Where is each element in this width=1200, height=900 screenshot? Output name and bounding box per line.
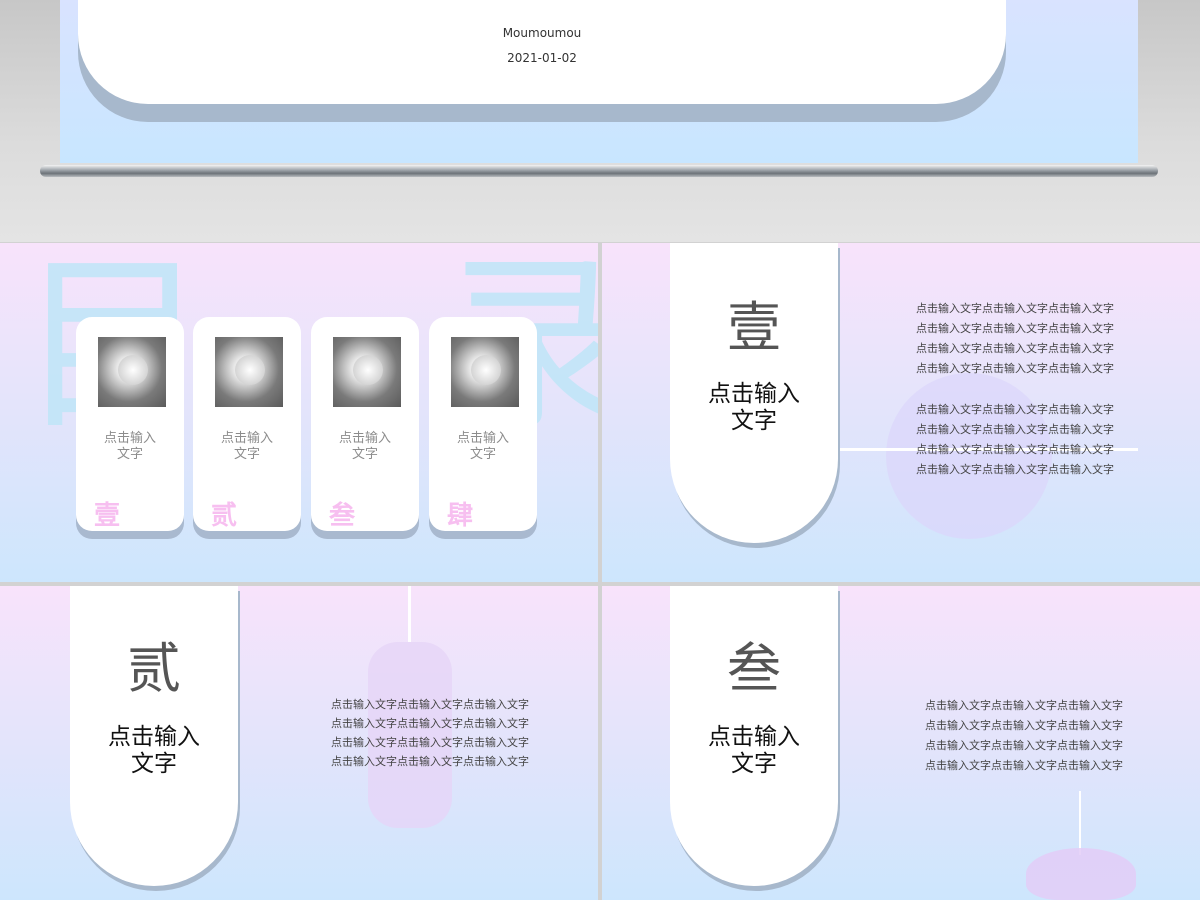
section-number: 叁 xyxy=(727,637,781,700)
body-text-line: 点击输入文字点击输入文字点击输入文字 xyxy=(916,302,1114,315)
flower-photo xyxy=(98,337,166,407)
censer-decoration xyxy=(1026,848,1136,900)
lantern-string xyxy=(408,586,411,642)
body-text-line: 点击输入文字点击输入文字点击输入文字 xyxy=(331,717,529,730)
body-text-line: 点击输入文字点击输入文字点击输入文字 xyxy=(916,463,1114,476)
flower-photo xyxy=(333,337,401,407)
toc-card-label: 点击输入 文字 xyxy=(103,431,156,462)
body-text-line: 点击输入文字点击输入文字点击输入文字 xyxy=(916,342,1114,355)
cover-author: Moumoumou xyxy=(502,26,582,40)
slide-section-2[interactable]: 贰 点击输入 文字 点击输入文字点击输入文字点击输入文字 点击输入文字点击输入文… xyxy=(0,586,598,900)
body-text-line: 点击输入文字点击输入文字点击输入文字 xyxy=(916,322,1114,335)
section-title[interactable]: 点击输入 文字 xyxy=(70,724,238,778)
section-pill: 壹 点击输入 文字 xyxy=(670,243,838,543)
section-pill: 叁 点击输入 文字 xyxy=(670,586,838,886)
toc-card-number: 肆 xyxy=(447,501,474,531)
body-text-line: 点击输入文字点击输入文字点击输入文字 xyxy=(925,759,1123,772)
censer-string xyxy=(1079,791,1081,855)
toc-card-number: 壹 xyxy=(94,501,121,531)
body-text-line: 点击输入文字点击输入文字点击输入文字 xyxy=(331,736,529,749)
display-rail xyxy=(40,165,1158,177)
body-text-line: 点击输入文字点击输入文字点击输入文字 xyxy=(916,403,1114,416)
body-text-line: 点击输入文字点击输入文字点击输入文字 xyxy=(925,699,1123,712)
body-text-line: 点击输入文字点击输入文字点击输入文字 xyxy=(331,698,529,711)
body-text-block[interactable]: 点击输入文字点击输入文字点击输入文字 点击输入文字点击输入文字点击输入文字 点击… xyxy=(916,299,1114,379)
section-title[interactable]: 点击输入 文字 xyxy=(670,381,838,435)
body-text-line: 点击输入文字点击输入文字点击输入文字 xyxy=(916,423,1114,436)
flower-photo xyxy=(215,337,283,407)
body-text-block[interactable]: 点击输入文字点击输入文字点击输入文字 点击输入文字点击输入文字点击输入文字 点击… xyxy=(309,698,529,774)
toc-card-number: 叁 xyxy=(329,501,356,531)
body-text-line: 点击输入文字点击输入文字点击输入文字 xyxy=(925,739,1123,752)
toc-card-label: 点击输入 文字 xyxy=(220,431,273,462)
flower-photo xyxy=(451,337,519,407)
cover-preview: Moumoumou 2021-01-02 xyxy=(0,0,1200,242)
slide-section-3[interactable]: 叁 点击输入 文字 点击输入文字点击输入文字点击输入文字 点击输入文字点击输入文… xyxy=(602,586,1200,900)
toc-card[interactable]: 点击输入 文字 肆 xyxy=(429,317,537,531)
body-text-block[interactable]: 点击输入文字点击输入文字点击输入文字 点击输入文字点击输入文字点击输入文字 点击… xyxy=(916,400,1114,480)
body-text-line: 点击输入文字点击输入文字点击输入文字 xyxy=(916,362,1114,375)
slide-toc[interactable]: 目 录 点击输入 文字 壹 点击输入 文字 贰 点击输入 文字 叁 点击输入 文… xyxy=(0,243,598,582)
toc-card[interactable]: 点击输入 文字 壹 xyxy=(76,317,184,531)
toc-card[interactable]: 点击输入 文字 贰 xyxy=(193,317,301,531)
section-pill: 贰 点击输入 文字 xyxy=(70,586,238,886)
section-title[interactable]: 点击输入 文字 xyxy=(670,724,838,778)
toc-card-number: 贰 xyxy=(211,501,238,531)
body-text-line: 点击输入文字点击输入文字点击输入文字 xyxy=(331,755,529,768)
body-text-line: 点击输入文字点击输入文字点击输入文字 xyxy=(925,719,1123,732)
section-number: 贰 xyxy=(127,637,181,700)
cover-date: 2021-01-02 xyxy=(507,51,577,65)
toc-card[interactable]: 点击输入 文字 叁 xyxy=(311,317,419,531)
cover-card: Moumoumou 2021-01-02 xyxy=(78,0,1006,104)
slide-section-1[interactable]: 壹 点击输入 文字 点击输入文字点击输入文字点击输入文字 点击输入文字点击输入文… xyxy=(602,243,1200,582)
body-text-block[interactable]: 点击输入文字点击输入文字点击输入文字 点击输入文字点击输入文字点击输入文字 点击… xyxy=(925,696,1123,776)
toc-card-label: 点击输入 文字 xyxy=(338,431,391,462)
toc-card-label: 点击输入 文字 xyxy=(456,431,509,462)
section-number: 壹 xyxy=(727,296,781,359)
body-text-line: 点击输入文字点击输入文字点击输入文字 xyxy=(916,443,1114,456)
